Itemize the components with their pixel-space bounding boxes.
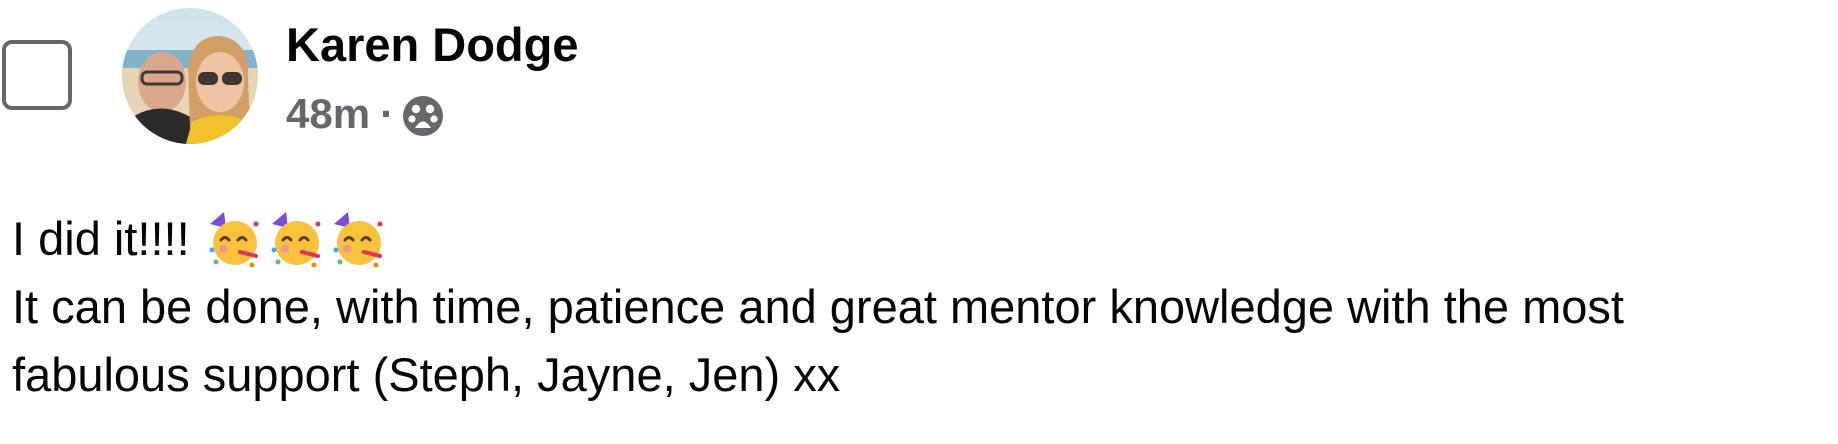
post-text-paragraph: It can be done, with time, patience and … — [12, 273, 1832, 409]
select-checkbox[interactable] — [2, 40, 72, 110]
avatar-photo — [122, 8, 258, 144]
avatar[interactable] — [122, 8, 258, 144]
partying-face-icon — [266, 210, 324, 268]
post-text-line: It can be done, with time, patience and … — [12, 280, 1624, 333]
post-text-headline: I did it!!!! — [12, 212, 190, 265]
post-text-line: fabulous support (Steph, Jayne, Jen) xx — [12, 348, 841, 401]
post-card: Karen Dodge 48m · I did it!!!! It can be… — [0, 0, 1838, 444]
post-meta: 48m · — [286, 84, 444, 144]
partying-face-icon — [328, 210, 386, 268]
meta-separator: · — [380, 90, 395, 137]
post-text-line: I did it!!!! — [12, 205, 1832, 273]
post-body: I did it!!!! It can be done, with time, … — [12, 205, 1832, 409]
post-timestamp[interactable]: 48m — [286, 90, 370, 138]
friends-audience-icon[interactable] — [402, 95, 444, 137]
author-name[interactable]: Karen Dodge — [286, 14, 579, 76]
partying-face-icon — [204, 210, 262, 268]
